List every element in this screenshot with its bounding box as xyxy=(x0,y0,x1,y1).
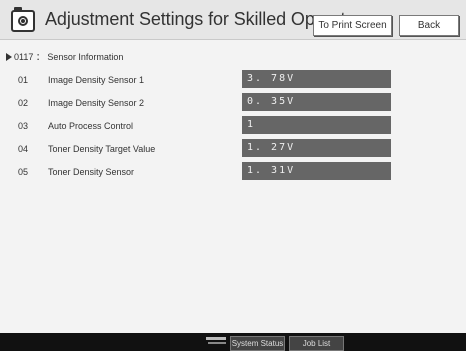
setting-row: 05 Toner Density Sensor 1. 31V xyxy=(0,162,466,182)
row-value: 1. 27V xyxy=(242,139,391,157)
section-label: 0117 ： Sensor Information xyxy=(14,52,124,62)
system-status-button[interactable]: System Status xyxy=(230,336,285,351)
row-number: 03 xyxy=(18,121,29,131)
row-value: 3. 78V xyxy=(242,70,391,88)
section-heading: 0117 ： Sensor Information xyxy=(6,50,123,63)
job-list-button[interactable]: Job List xyxy=(289,336,344,351)
setting-row: 02 Image Density Sensor 2 0. 35V xyxy=(0,93,466,113)
row-value: 1 xyxy=(242,116,391,134)
bottom-bar: System Status Job List xyxy=(0,333,466,351)
print-screen-button[interactable]: To Print Screen xyxy=(313,15,392,36)
row-label: Image Density Sensor 1 xyxy=(48,75,145,85)
row-number: 04 xyxy=(18,144,29,154)
screen: Adjustment Settings for Skilled Operator… xyxy=(0,0,466,351)
row-value: 1. 31V xyxy=(242,162,391,180)
row-label: Image Density Sensor 2 xyxy=(48,98,145,108)
row-label: Toner Density Sensor xyxy=(48,167,135,177)
status-indicator-icon xyxy=(206,337,226,347)
row-number: 02 xyxy=(18,98,29,108)
row-label: Auto Process Control xyxy=(48,121,134,131)
camera-icon xyxy=(11,7,35,32)
row-label: Toner Density Target Value xyxy=(48,144,156,154)
row-number: 01 xyxy=(18,75,29,85)
arrow-right-icon xyxy=(6,53,12,61)
setting-row: 01 Image Density Sensor 1 3. 78V xyxy=(0,70,466,90)
back-button[interactable]: Back xyxy=(399,15,459,36)
row-number: 05 xyxy=(18,167,29,177)
row-value: 0. 35V xyxy=(242,93,391,111)
header: Adjustment Settings for Skilled Operator… xyxy=(0,0,466,40)
setting-row: 03 Auto Process Control 1 xyxy=(0,116,466,136)
setting-row: 04 Toner Density Target Value 1. 27V xyxy=(0,139,466,159)
